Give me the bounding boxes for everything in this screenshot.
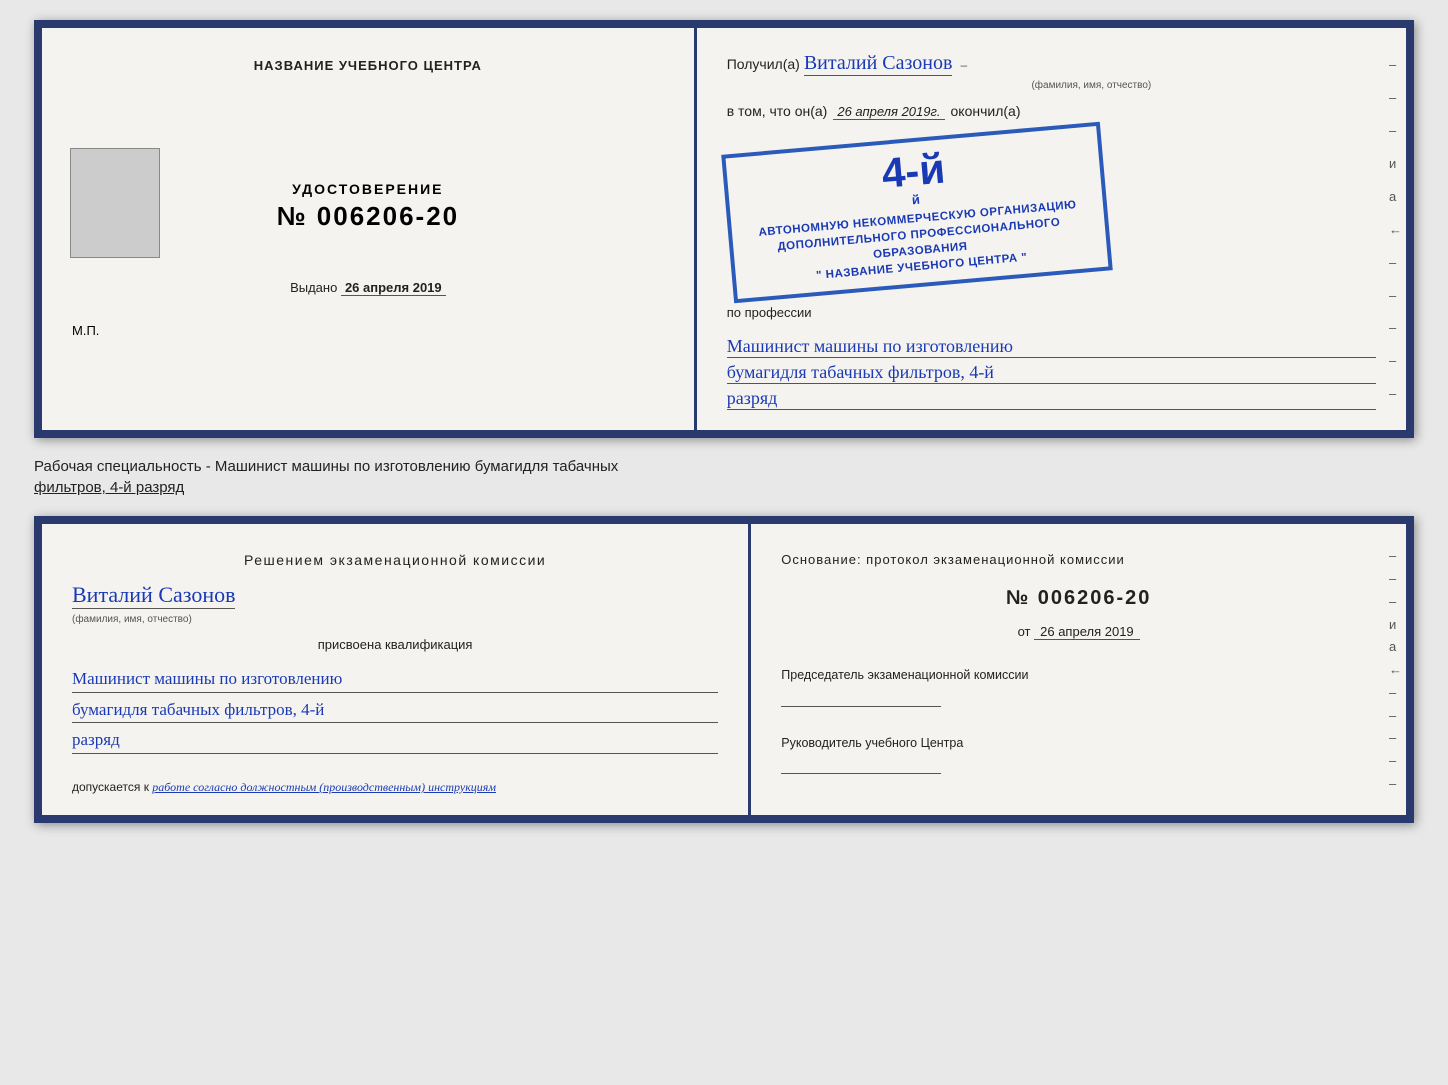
bottom-fio-label: (фамилия, имя, отчество) [72,614,192,625]
poluchil-prefix: Получил(а) [727,56,800,72]
dash-5: а [1389,189,1402,204]
rukovoditel-block: Руководитель учебного Центра [781,735,1376,775]
profession-block: Машинист машины по изготовлению бумагидл… [727,332,1376,410]
udostoverenie-number: № 006206-20 [277,201,460,232]
b-dash-1: – [1389,548,1402,563]
recipient-name: Виталий Сазонов [804,52,953,76]
b-dash-10: – [1389,753,1402,768]
vtom-prefix: в том, что он(а) [727,103,828,119]
specialty-label: Рабочая специальность - Машинист машины … [34,456,1414,498]
qualification-block: Машинист машины по изготовлению бумагидл… [72,662,718,754]
vtom-line: в том, что он(а) 26 апреля 2019г. окончи… [727,103,1376,120]
predsedatel-block: Председатель экзаменационной комиссии [781,667,1376,707]
b-dash-11: – [1389,776,1402,791]
profession-line1: Машинист машины по изготовлению [727,336,1376,358]
bottom-doc-left: Решением экзаменационной комиссии Витали… [42,524,751,815]
stamp-block: 4-й й АВТОНОМНУЮ НЕКОММЕРЧЕСКУЮ ОРГАНИЗА… [721,122,1113,304]
b-dash-5: а [1389,639,1402,654]
dopuskaetsya-label: допускается к [72,780,149,794]
rukovoditel-signature-line [781,756,941,774]
dash-6: ← [1389,222,1402,237]
dash-9: – [1389,320,1402,335]
b-dash-6: ← [1389,662,1402,677]
dash-1: – [1389,57,1402,72]
protocol-number: № 006206-20 [781,587,1376,610]
dash-3: – [1389,123,1402,138]
komissia-title: Решением экзаменационной комиссии [72,552,718,568]
bottom-name: Виталий Сазонов [72,582,235,609]
b-dash-8: – [1389,708,1402,723]
bottom-document: Решением экзаменационной комиссии Витали… [34,516,1414,823]
name-block-bottom: Виталий Сазонов (фамилия, имя, отчество) [72,578,718,627]
dash-8: – [1389,288,1402,303]
dopusk-text: работе согласно должностным (производств… [152,780,496,794]
side-dashes-bottom: – – – и а ← – – – – – [1389,524,1402,815]
bottom-doc-right: Основание: протокол экзаменационной коми… [751,524,1406,815]
ot-date-line: от 26 апреля 2019 [781,624,1376,639]
b-dash-3: – [1389,594,1402,609]
dash-4: и [1389,156,1402,171]
b-dash-7: – [1389,685,1402,700]
vydano-date: 26 апреля 2019 [341,280,446,296]
ot-label: от [1018,624,1031,639]
qualification-line1: Машинист машины по изготовлению [72,666,718,693]
vtom-date: 26 апреля 2019г. [833,104,944,120]
vydano-line: Выдано 26 апреля 2019 [290,280,446,295]
udostoverenie-block: УДОСТОВЕРЕНИЕ № 006206-20 [277,181,460,232]
po-professii: по профессии [727,305,1376,320]
dash-7: – [1389,255,1402,270]
specialty-text2: фильтров, 4-й разряд [34,479,184,496]
dash-10: – [1389,353,1402,368]
fio-label-top: (фамилия, имя, отчество) [807,80,1376,91]
top-document: НАЗВАНИЕ УЧЕБНОГО ЦЕНТРА УДОСТОВЕРЕНИЕ №… [34,20,1414,438]
osnovanie: Основание: протокол экзаменационной коми… [781,552,1376,567]
vydano-label: Выдано [290,280,337,295]
ot-date-value: 26 апреля 2019 [1034,624,1140,640]
b-dash-9: – [1389,730,1402,745]
photo-placeholder [70,148,160,258]
recipient-line: Получил(а) Виталий Сазонов – (фамилия, и… [727,52,1376,91]
side-dashes-top: – – – и а ← – – – – – [1389,28,1402,430]
dopuskaetsya-block: допускается к работе согласно должностны… [72,780,718,795]
okonchil: окончил(а) [951,103,1021,119]
predsedatel-signature-line [781,689,941,707]
rukovoditel-label: Руководитель учебного Центра [781,735,1376,753]
profession-line2: бумагидля табачных фильтров, 4-й [727,362,1376,384]
top-doc-left: НАЗВАНИЕ УЧЕБНОГО ЦЕНТРА УДОСТОВЕРЕНИЕ №… [42,28,697,430]
dash-2: – [1389,90,1402,105]
prisvoena: присвоена квалификация [72,637,718,652]
specialty-text1: Рабочая специальность - Машинист машины … [34,458,618,475]
qualification-line3: разряд [72,727,718,754]
udostoverenie-title: УДОСТОВЕРЕНИЕ [277,181,460,197]
b-dash-4: и [1389,617,1402,632]
dash-11: – [1389,386,1402,401]
profession-line3: разряд [727,388,1376,410]
qualification-line2: бумагидля табачных фильтров, 4-й [72,697,718,724]
mp-label: М.П. [72,323,99,338]
top-doc-right: Получил(а) Виталий Сазонов – (фамилия, и… [697,28,1406,430]
predsedatel-label: Председатель экзаменационной комиссии [781,667,1376,685]
center-title: НАЗВАНИЕ УЧЕБНОГО ЦЕНТРА [254,58,482,73]
b-dash-2: – [1389,571,1402,586]
